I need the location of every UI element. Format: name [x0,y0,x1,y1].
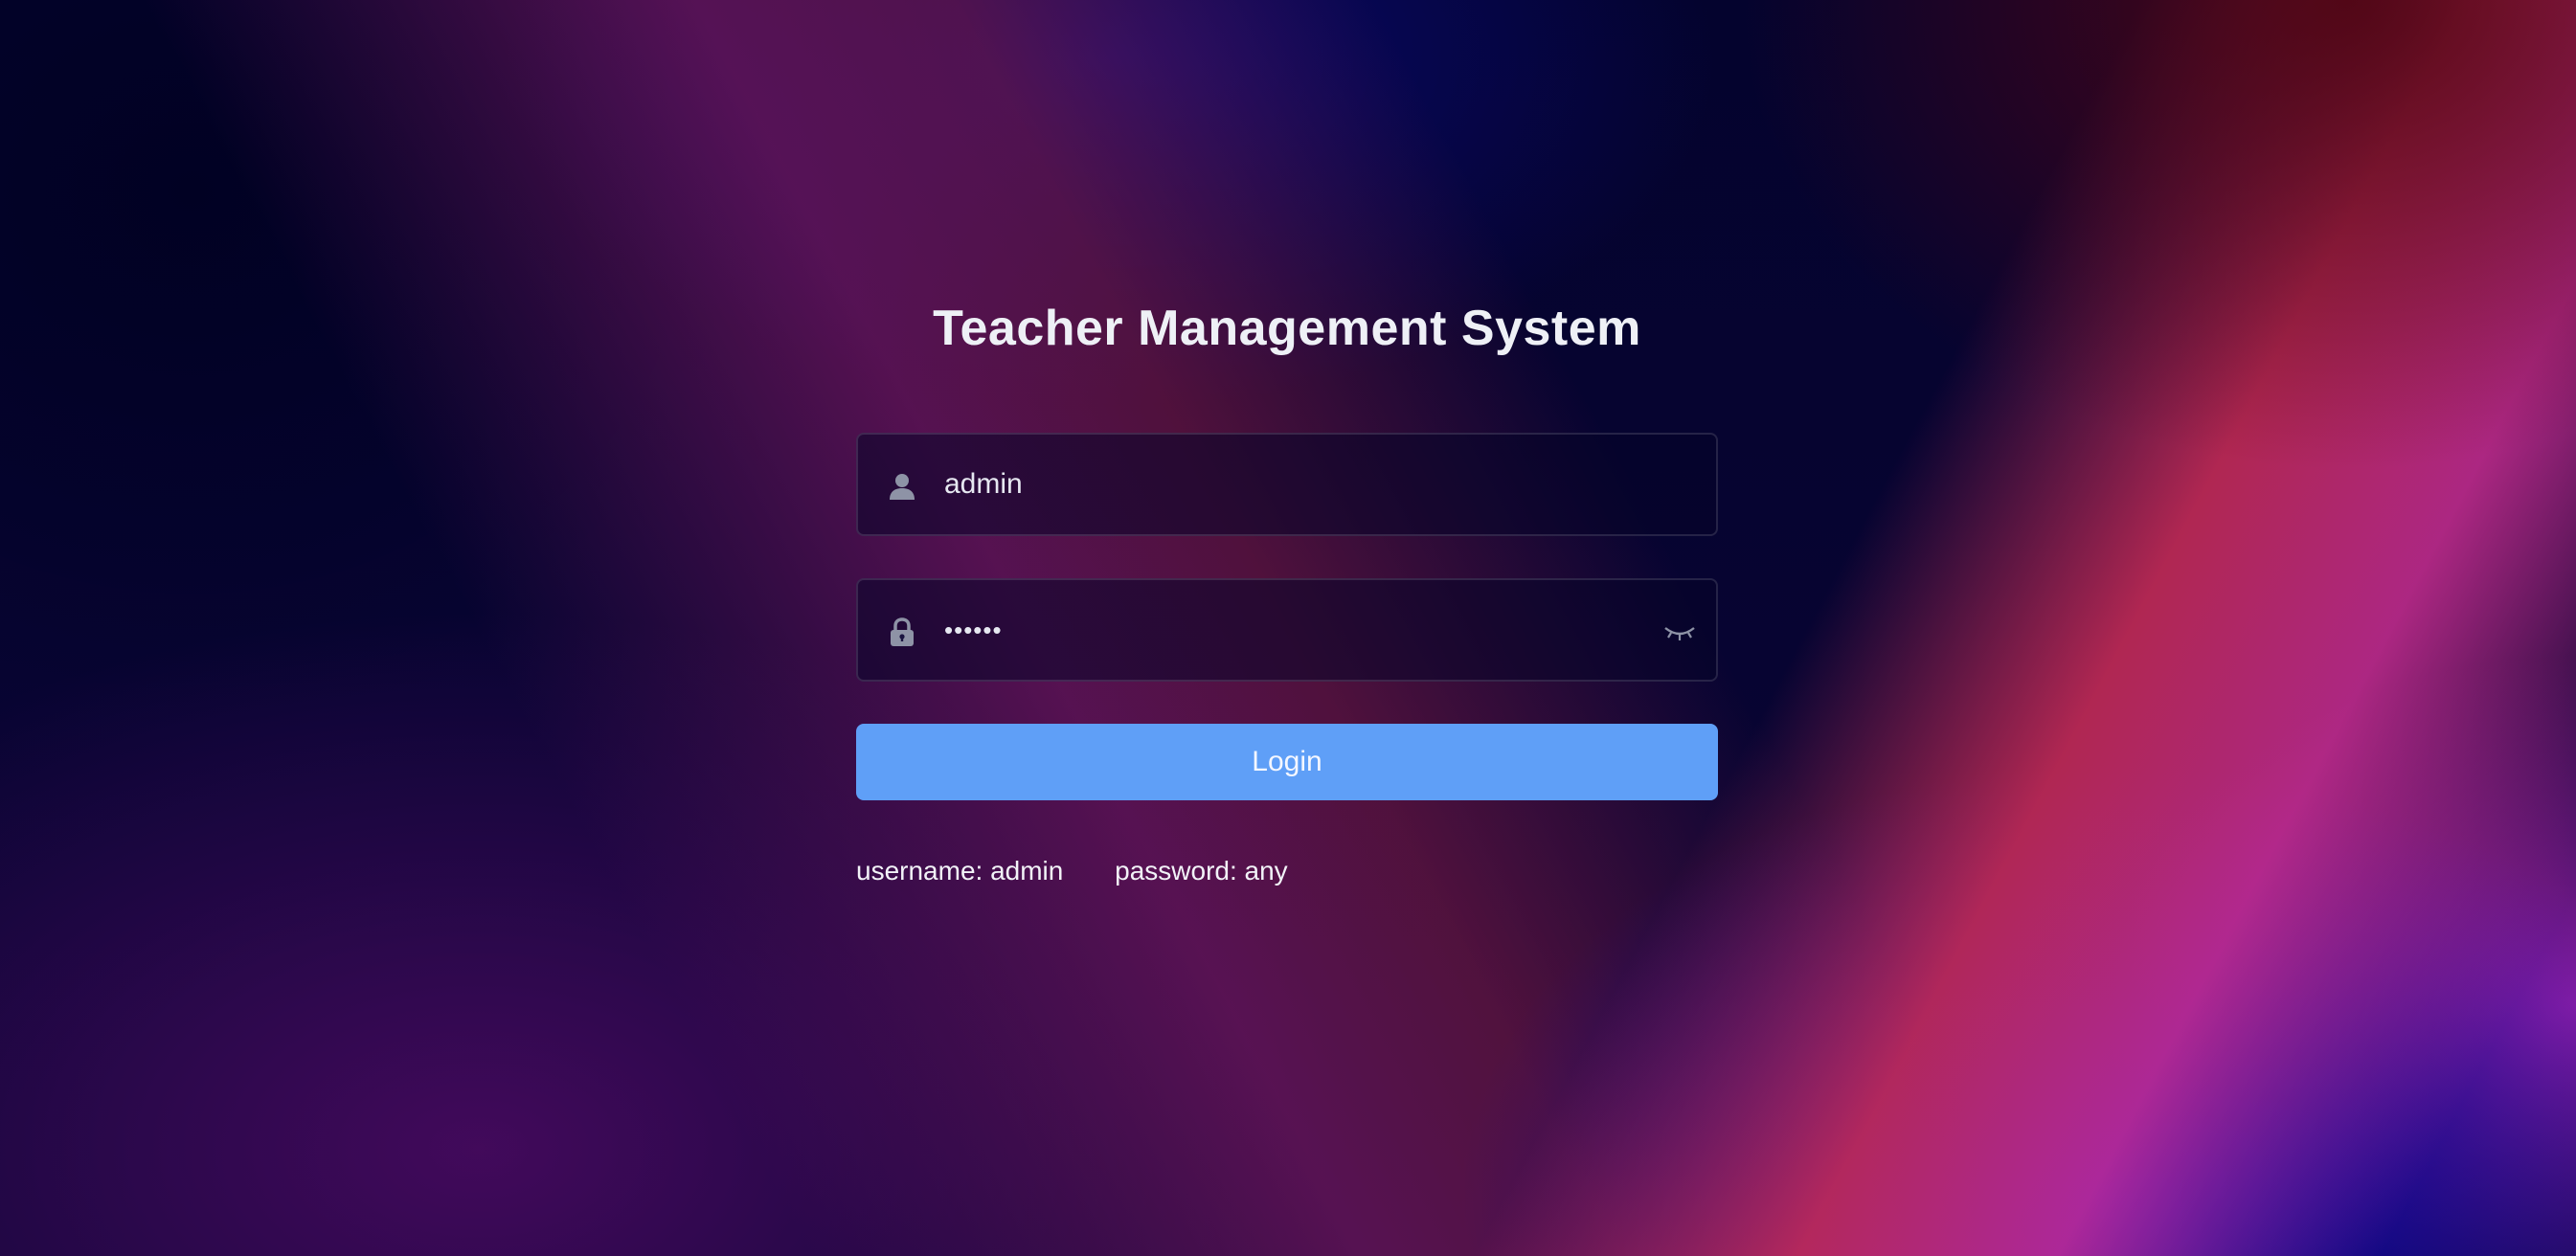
username-field[interactable]: admin [856,433,1718,536]
login-button[interactable]: Login [856,724,1718,800]
eye-closed-icon[interactable] [1662,618,1697,645]
password-value: •••••• [944,616,1003,644]
page-title: Teacher Management System [933,301,1641,356]
credentials-hint: username: admin password: any [856,856,1288,886]
username-value: admin [944,468,1023,500]
password-hint: password: any [1115,856,1288,886]
user-icon [887,471,917,502]
login-panel: Teacher Management System admin •••••• L… [856,287,1718,886]
lock-icon [887,617,917,647]
password-field[interactable]: •••••• [856,578,1718,682]
username-hint: username: admin [856,856,1064,886]
